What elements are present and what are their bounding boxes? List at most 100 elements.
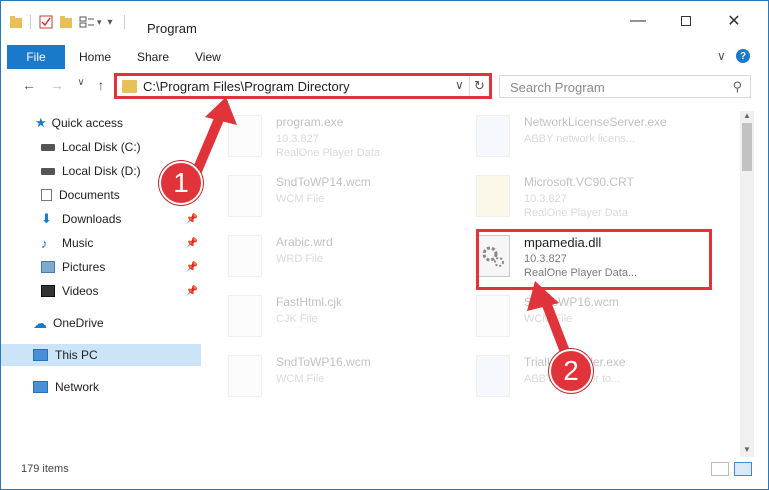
file-highlight-box <box>476 229 712 290</box>
sidebar-item-music[interactable]: ♪ Music 📌 <box>1 232 201 254</box>
chevron-down-icon[interactable]: ▾ <box>97 17 102 28</box>
file-item[interactable]: SndToWP14.wcm WCM File <box>216 169 456 225</box>
file-item[interactable]: Microsoft.VC90.CRT 10.3.827 RealOne Play… <box>464 169 704 225</box>
scroll-up-icon[interactable]: ▲ <box>740 111 754 120</box>
scroll-down-icon[interactable]: ▼ <box>740 445 754 454</box>
file-detail: WCM File <box>524 313 573 325</box>
window-title: Program <box>147 21 197 36</box>
tab-view[interactable]: View <box>195 50 221 64</box>
expand-ribbon-icon[interactable]: ∨ <box>717 49 726 63</box>
search-box[interactable]: Search Program ⚲ <box>499 75 751 98</box>
folder-icon <box>122 80 137 93</box>
music-icon: ♪ <box>41 235 48 251</box>
recent-locations-icon[interactable]: ∨ <box>71 77 91 88</box>
drive-icon <box>41 143 55 151</box>
file-detail: 10.3.827 <box>276 133 319 145</box>
file-name: program.exe <box>276 115 344 129</box>
properties-icon[interactable] <box>39 15 53 29</box>
address-path[interactable]: C:\Program Files\Program Directory <box>143 79 350 94</box>
chevron-down-icon[interactable]: ∨ <box>455 78 464 92</box>
file-item[interactable]: SndToWP16.wcm WCM File <box>216 349 456 405</box>
explorer-window: ▾ ▾ Program — ✕ File Home Share View ∨ ?… <box>0 0 769 490</box>
sidebar-item-this-pc[interactable]: This PC <box>1 344 201 366</box>
file-name: Microsoft.VC90.CRT <box>524 175 634 189</box>
file-item[interactable]: SndToWP16.wcm WCM File <box>464 289 704 345</box>
large-icons-view-icon[interactable] <box>734 462 752 476</box>
view-options-icon[interactable] <box>79 15 95 29</box>
sidebar-item-quick-access[interactable]: ★ Quick access <box>1 112 201 134</box>
sidebar-item-videos[interactable]: Videos 📌 <box>1 280 201 302</box>
sidebar-item-label: This PC <box>55 348 98 362</box>
pictures-icon <box>41 261 55 273</box>
forward-arrow-icon[interactable]: → <box>47 77 67 93</box>
search-icon[interactable]: ⚲ <box>732 79 742 95</box>
sidebar-item-network[interactable]: Network <box>1 376 201 398</box>
pin-icon[interactable]: 📌 <box>186 262 198 273</box>
file-icon <box>476 295 510 337</box>
file-detail: RealOne Player Data <box>276 147 380 159</box>
file-detail: RealOne Player Data <box>524 207 628 219</box>
callout-number-1: 1 <box>159 161 203 205</box>
help-icon[interactable]: ? <box>736 49 750 63</box>
drive-icon <box>41 167 55 175</box>
up-arrow-icon[interactable]: ↑ <box>91 77 111 93</box>
tab-home[interactable]: Home <box>79 50 111 64</box>
search-input[interactable]: Search Program <box>510 80 605 95</box>
sidebar-item-label: Pictures <box>62 260 106 274</box>
documents-icon <box>41 189 52 201</box>
file-icon <box>476 175 510 217</box>
file-item[interactable]: program.exe 10.3.827 RealOne Player Data <box>216 109 456 165</box>
new-folder-icon[interactable] <box>59 15 73 29</box>
sidebar-item-label: Documents <box>59 188 120 202</box>
computer-icon <box>33 349 48 361</box>
refresh-icon[interactable]: ↻ <box>469 76 489 96</box>
file-detail: CJK File <box>276 313 318 325</box>
file-icon <box>228 235 262 277</box>
download-icon: ⬇ <box>41 211 52 226</box>
details-view-icon[interactable] <box>711 462 729 476</box>
file-detail: WCM File <box>276 193 325 205</box>
scroll-thumb[interactable] <box>742 123 752 171</box>
sidebar-item-label: Downloads <box>62 212 122 226</box>
file-item[interactable]: Arabic.wrd WRD File <box>216 229 456 285</box>
file-name: FastHtml.cjk <box>276 295 342 309</box>
sidebar-item-label: OneDrive <box>53 316 104 330</box>
file-icon <box>228 355 262 397</box>
sidebar-item-label: Network <box>55 380 100 394</box>
address-bar[interactable]: C:\Program Files\Program Directory ∨ ↻ <box>114 73 492 99</box>
file-icon <box>228 115 262 157</box>
divider <box>117 15 125 29</box>
file-item[interactable]: NetworkLicenseServer.exe ABBY network li… <box>464 109 704 165</box>
pin-icon[interactable]: 📌 <box>186 238 198 249</box>
folder-icon[interactable] <box>9 15 23 29</box>
customize-toolbar-icon[interactable]: ▾ <box>108 17 113 28</box>
back-arrow-icon[interactable]: ← <box>19 77 39 93</box>
sidebar-item-label: Local Disk (D:) <box>62 164 141 178</box>
sidebar-item-label: Local Disk (C:) <box>62 140 141 154</box>
minimize-button[interactable]: — <box>615 9 661 33</box>
file-name: Arabic.wrd <box>276 235 333 249</box>
file-detail: 10.3.827 <box>524 193 567 205</box>
sidebar-item-downloads[interactable]: ⬇ Downloads 📌 <box>1 208 201 230</box>
pin-icon[interactable]: 📌 <box>186 214 198 225</box>
file-name: NetworkLicenseServer.exe <box>524 115 667 129</box>
sidebar-item-pictures[interactable]: Pictures 📌 <box>1 256 201 278</box>
ribbon-tabs: File Home Share View ∨ <box>1 45 768 69</box>
status-item-count: 179 items <box>21 463 69 475</box>
tab-file[interactable]: File <box>7 45 65 69</box>
file-item[interactable]: FastHtml.cjk CJK File <box>216 289 456 345</box>
pin-icon[interactable]: 📌 <box>186 286 198 297</box>
sidebar-item-local-disk-c[interactable]: Local Disk (C:) <box>1 136 201 158</box>
star-icon: ★ <box>35 115 47 130</box>
close-button[interactable]: ✕ <box>711 9 757 33</box>
maximize-button[interactable] <box>663 9 709 33</box>
sidebar-item-label: Videos <box>62 284 99 298</box>
network-icon <box>33 381 48 393</box>
vertical-scrollbar[interactable]: ▲ ▼ <box>740 111 754 457</box>
file-name: SndToWP16.wcm <box>524 295 619 309</box>
tab-share[interactable]: Share <box>137 50 169 64</box>
title-bar: ▾ ▾ Program — ✕ <box>1 1 768 41</box>
file-detail: WCM File <box>276 373 325 385</box>
file-name: SndToWP14.wcm <box>276 175 371 189</box>
sidebar-item-onedrive[interactable]: ☁ OneDrive <box>1 312 201 334</box>
